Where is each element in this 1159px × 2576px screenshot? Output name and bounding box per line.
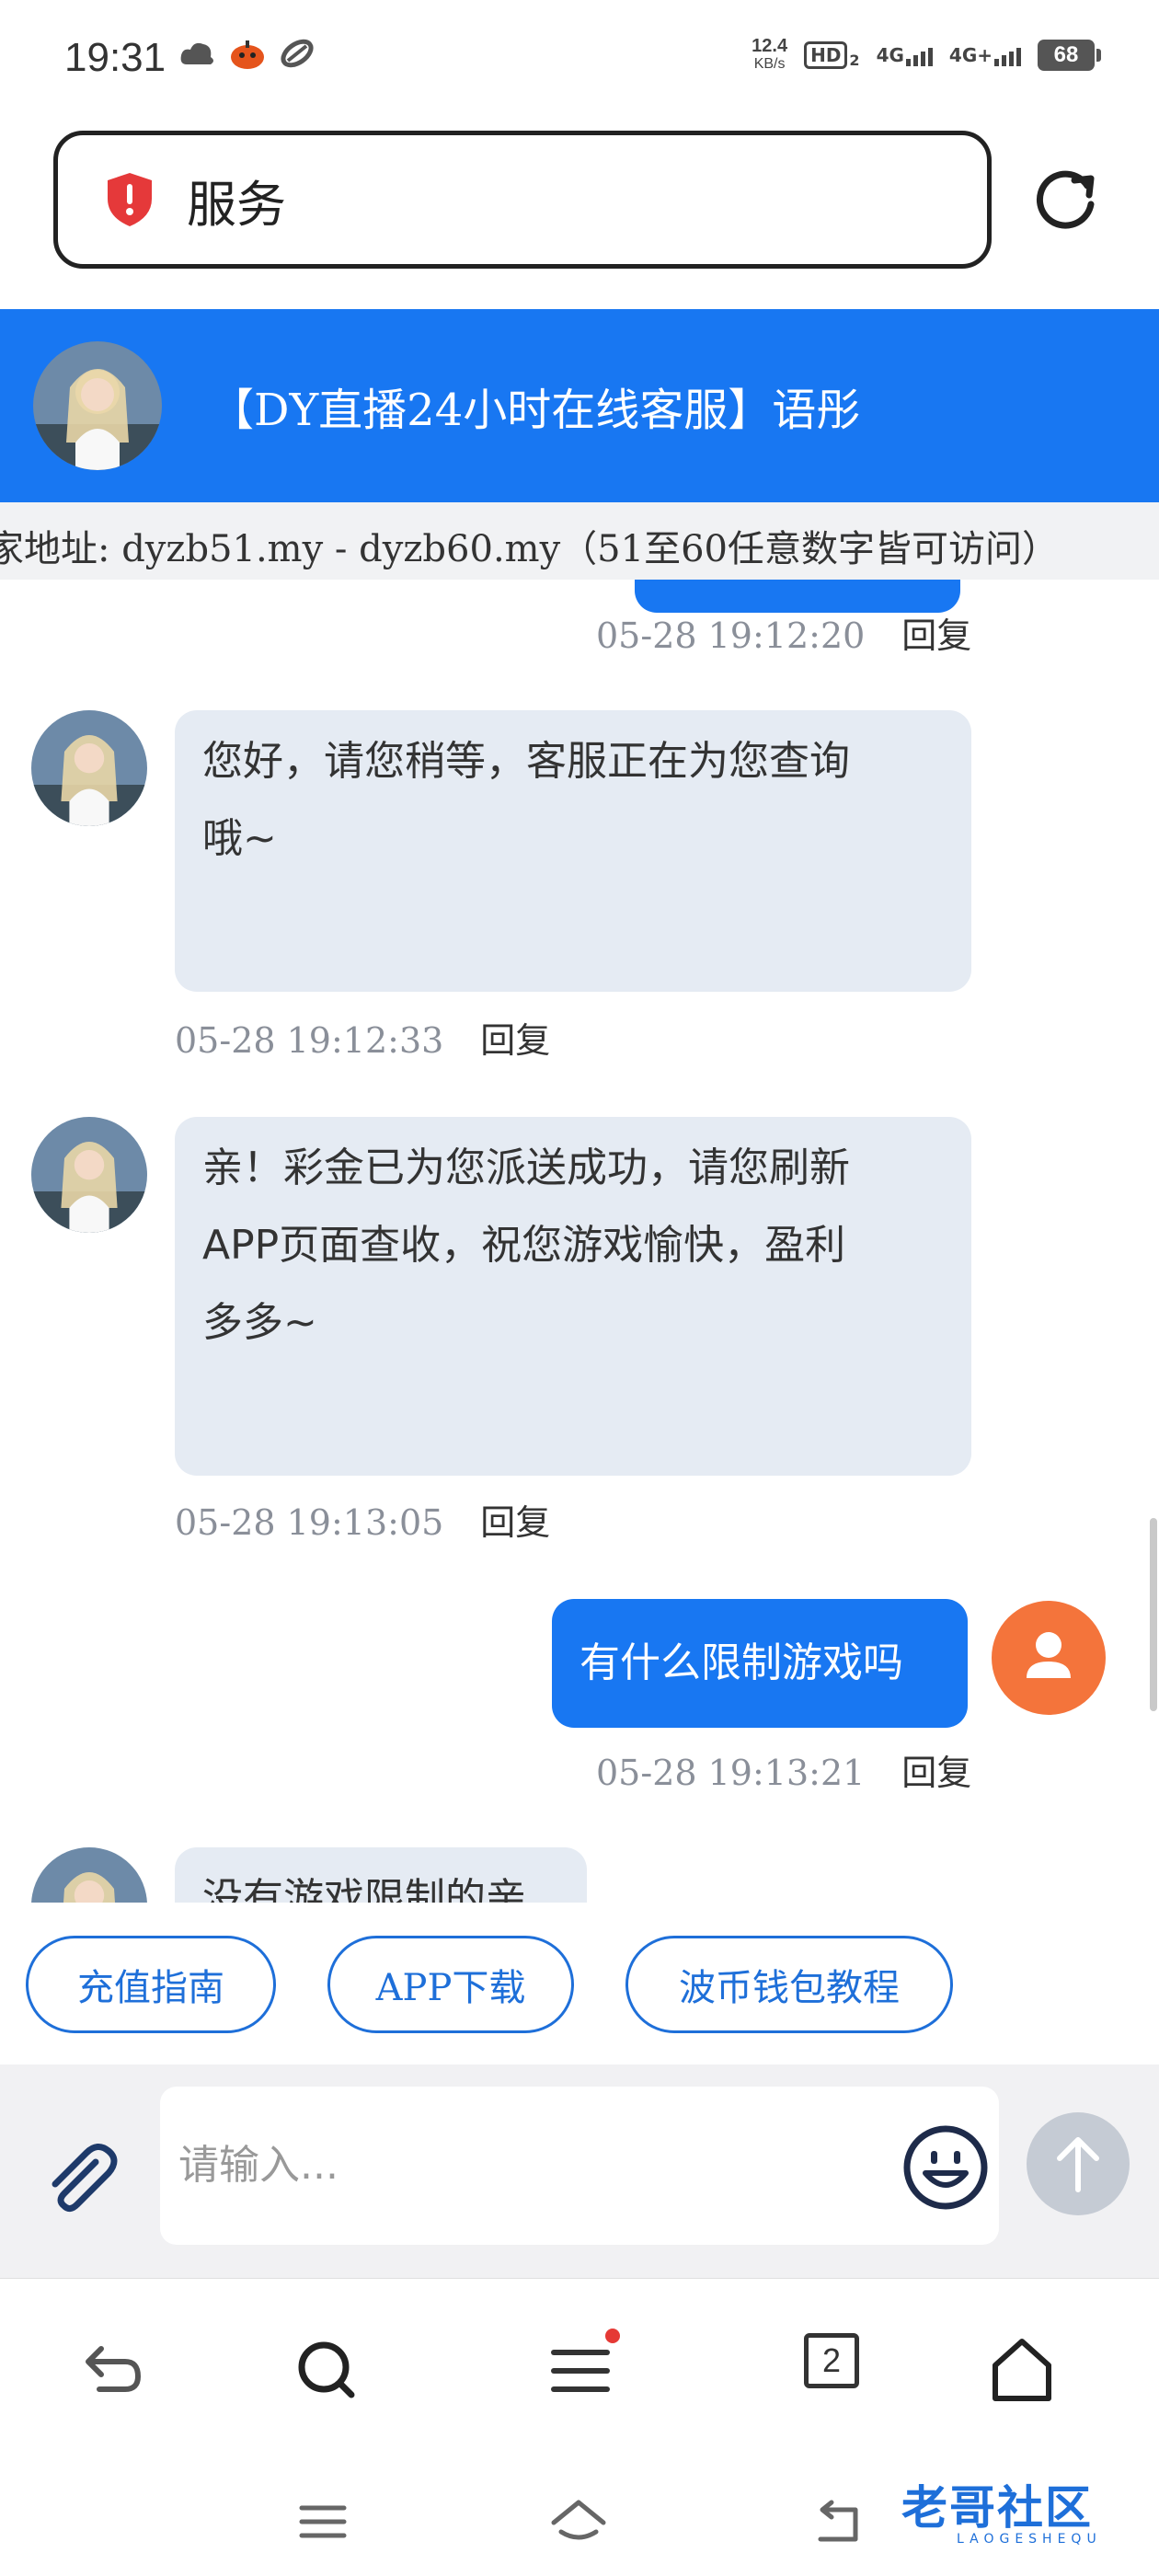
message-meta: 05-28 19:12:20 回复 xyxy=(596,607,971,658)
quick-link-recharge-guide[interactable]: 充值指南 xyxy=(26,1936,276,2033)
message-line: 多多~ xyxy=(202,1299,317,1346)
system-back-icon[interactable] xyxy=(806,2490,870,2554)
user-icon xyxy=(1027,1632,1071,1678)
link-icon xyxy=(281,39,314,68)
message-line: 您好，请您稍等，客服正在为您查询 xyxy=(202,738,850,785)
scrollbar[interactable] xyxy=(1150,1518,1157,1711)
status-right: 12.4 KB/s HD 2 4G 4G+ 68 xyxy=(752,37,1101,74)
pumpkin-icon xyxy=(231,40,264,69)
signal-1-label: 4G xyxy=(876,44,904,66)
message-text: 有什么限制游戏吗 xyxy=(580,1639,903,1686)
notice-marquee: 家地址: dyzb51.my - dyzb60.my（51至60任意数字皆可访问… xyxy=(0,502,1159,580)
agent-avatar[interactable] xyxy=(33,341,162,470)
browser-toolbar xyxy=(0,2278,1159,2462)
message-time: 05-28 19:12:20 xyxy=(596,615,866,656)
arrow-up-icon xyxy=(1057,2137,1099,2192)
marquee-text: 家地址: dyzb51.my - dyzb60.my（51至60任意数字皆可访问… xyxy=(0,528,1059,570)
signal-bars-icon xyxy=(905,48,933,66)
watermark-logo: 老哥社区 LAOGESHEQU xyxy=(901,2471,1102,2563)
home-icon[interactable] xyxy=(981,2329,1063,2411)
message-time: 05-28 19:12:33 xyxy=(175,1020,444,1061)
quick-link-app-download[interactable]: APP下载 xyxy=(327,1936,574,2033)
speed-value: 12.4 xyxy=(752,36,788,56)
emoji-icon[interactable] xyxy=(901,2123,990,2212)
message-input[interactable] xyxy=(178,2133,859,2197)
reply-button[interactable]: 回复 xyxy=(901,615,971,656)
paperclip-icon[interactable] xyxy=(39,2138,121,2221)
chat-header: 【DY直播24小时在线客服】语彤 xyxy=(0,309,1159,502)
reply-button[interactable]: 回复 xyxy=(480,1502,550,1543)
user-avatar[interactable] xyxy=(992,1601,1106,1715)
status-time: 19:31 xyxy=(64,35,166,80)
hd-badge: HD xyxy=(804,41,848,69)
address-bar[interactable]: 服务 xyxy=(53,131,992,269)
quick-links: 充值指南 APP下载 波币钱包教程 xyxy=(0,1903,1159,2064)
cloud-icon xyxy=(180,42,213,64)
refresh-icon[interactable] xyxy=(1030,166,1102,237)
chat-title: 【DY直播24小时在线客服】语彤 xyxy=(210,385,861,436)
system-home-icon[interactable] xyxy=(546,2490,611,2554)
message-time: 05-28 19:13:21 xyxy=(596,1753,866,1793)
message-line: 没有游戏限制的亲 xyxy=(202,1875,526,1903)
hd-sub: 2 xyxy=(849,52,860,69)
composer xyxy=(0,2064,1159,2278)
reply-button[interactable]: 回复 xyxy=(901,1753,971,1793)
chat-messages[interactable]: 05-28 19:12:20 回复 您好，请您稍等，客服正在为您查询 哦~ 05-… xyxy=(0,580,1159,1903)
signal-1: 4G xyxy=(877,44,933,66)
signal-bars-icon xyxy=(994,48,1021,66)
message-meta: 05-28 19:13:05 回复 xyxy=(175,1494,550,1545)
agent-avatar[interactable] xyxy=(31,1117,147,1233)
hd-indicator: HD 2 xyxy=(804,41,860,69)
shield-warning-icon[interactable] xyxy=(104,171,155,228)
address-text: 服务 xyxy=(187,175,286,234)
message-bubble-in: 亲！彩金已为您派送成功，请您刷新 APP页面查收，祝您游戏愉快，盈利 多多~ xyxy=(175,1117,971,1476)
reply-button[interactable]: 回复 xyxy=(480,1020,550,1061)
signal-2: 4G+ xyxy=(949,44,1021,66)
message-line: APP页面查收，祝您游戏愉快，盈利 xyxy=(202,1222,846,1269)
tabs-count-button[interactable]: 2 xyxy=(804,2333,859,2388)
message-line: 亲！彩金已为您派送成功，请您刷新 xyxy=(202,1144,850,1191)
agent-avatar[interactable] xyxy=(31,710,147,826)
send-button[interactable] xyxy=(1027,2112,1130,2215)
message-bubble-in: 您好，请您稍等，客服正在为您查询 哦~ xyxy=(175,710,971,992)
message-meta: 05-28 19:12:33 回复 xyxy=(175,1012,550,1063)
network-speed: 12.4 KB/s xyxy=(752,37,787,74)
battery-icon: 68 xyxy=(1038,40,1101,71)
recent-apps-icon[interactable] xyxy=(291,2490,355,2554)
speed-unit: KB/s xyxy=(753,56,786,72)
message-bubble-out: 有什么限制游戏吗 xyxy=(552,1599,968,1728)
watermark-text: 老哥社区 xyxy=(901,2481,1093,2535)
message-line: 哦~ xyxy=(202,815,277,862)
quick-link-wallet-tutorial[interactable]: 波币钱包教程 xyxy=(625,1936,953,2033)
message-input-box[interactable] xyxy=(160,2087,999,2245)
agent-avatar[interactable] xyxy=(31,1847,147,1903)
signal-2-label: 4G+ xyxy=(948,44,993,66)
message-bubble-in: 没有游戏限制的亲 xyxy=(175,1847,587,1903)
back-icon[interactable] xyxy=(68,2329,151,2411)
watermark-sub: LAOGESHEQU xyxy=(957,2532,1102,2547)
notification-icons xyxy=(179,37,316,70)
status-bar: 19:31 12.4 KB/s HD 2 4G 4G+ 68 xyxy=(0,0,1159,120)
search-icon[interactable] xyxy=(285,2329,368,2411)
menu-icon[interactable] xyxy=(539,2329,622,2411)
message-meta: 05-28 19:13:21 回复 xyxy=(596,1744,971,1795)
message-time: 05-28 19:13:05 xyxy=(175,1502,444,1543)
